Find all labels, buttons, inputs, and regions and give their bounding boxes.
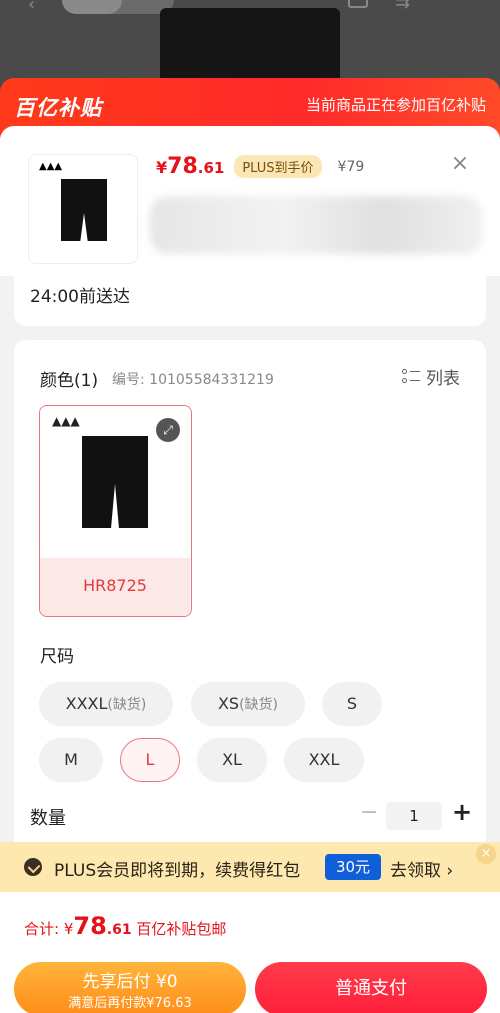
background-page: ‹ ⇉ — [0, 0, 500, 90]
size-section-title: 尺码 — [40, 647, 74, 667]
buy-now-pay-later-button[interactable]: 先享后付 ¥0 满意后再付款¥76.63 — [14, 962, 246, 1013]
original-price: ¥79 — [337, 158, 365, 175]
size-option-xs[interactable]: XS(缺货) — [191, 682, 305, 726]
plus-renewal-text: PLUS会员即将到期，续费得红包 — [54, 861, 301, 881]
size-option-m[interactable]: M — [39, 738, 103, 782]
current-price: ¥78.61 — [156, 154, 225, 179]
bg-share-icon: ⇉ — [395, 0, 411, 13]
back-arrow-icon: ‹ — [28, 0, 36, 15]
color-section-title: 颜色(1) — [40, 371, 99, 391]
size-option-s[interactable]: S — [322, 682, 382, 726]
quantity-row: 数量 − 1 + — [14, 786, 486, 834]
coupon-badge: 30元 — [325, 854, 381, 880]
subsidy-logo: 百亿补贴 — [14, 96, 102, 120]
blurred-product-title — [150, 196, 482, 254]
color-option-label: HR8725 — [83, 576, 147, 595]
brand-logo-icon: ▲▲▲ — [52, 414, 80, 428]
color-option-hr8725[interactable]: ▲▲▲ ⤢ HR8725 — [39, 405, 192, 617]
subsidy-notice: 当前商品正在参加百亿补贴 — [305, 96, 486, 114]
list-view-toggle[interactable]: 列表 — [402, 364, 460, 389]
spec-selector-sheet: ▲▲▲ ¥78.61 PLUS到手价 ¥79 × 24:00前送达 颜色(1) … — [0, 126, 500, 1013]
close-icon[interactable]: × — [450, 153, 470, 175]
list-view-label: 列表 — [426, 369, 460, 389]
color-option-image: ▲▲▲ ⤢ — [40, 406, 190, 558]
size-option-xl[interactable]: XL — [197, 738, 267, 782]
delivery-text: 24:00前送达 — [30, 287, 130, 307]
claim-link[interactable]: 去领取 › — [390, 856, 453, 881]
size-option-l[interactable]: L — [120, 738, 180, 782]
product-header: ▲▲▲ ¥78.61 PLUS到手价 ¥79 × — [0, 126, 500, 276]
regular-pay-button[interactable]: 普通支付 — [255, 962, 487, 1013]
brand-logo-icon: ▲▲▲ — [39, 161, 63, 172]
quantity-decrease-button[interactable]: − — [360, 800, 378, 825]
size-option-xxxl[interactable]: XXXL(缺货) — [39, 682, 173, 726]
expand-icon[interactable]: ⤢ — [156, 418, 180, 442]
spec-card: 颜色(1) 编号: 10105584331219 列表 ▲▲▲ ⤢ HR8725… — [14, 340, 486, 860]
quantity-title: 数量 — [30, 808, 66, 829]
size-option-xxl[interactable]: XXL — [284, 738, 364, 782]
list-icon — [402, 368, 420, 385]
bg-cart-icon — [348, 0, 368, 8]
bg-tab-pill-active — [62, 0, 122, 14]
checkout-footer: 合计: ¥78.61 百亿补贴包邮 先享后付 ¥0 满意后再付款¥76.63 普… — [0, 892, 500, 1013]
shorts-image — [61, 179, 107, 241]
order-total: 合计: ¥78.61 百亿补贴包邮 — [24, 912, 227, 940]
product-code: 编号: 10105584331219 — [112, 372, 274, 388]
plus-renewal-bar[interactable]: PLUS会员即将到期，续费得红包 30元 去领取 › × — [0, 842, 500, 892]
delivery-info: 24:00前送达 — [14, 276, 486, 326]
shorts-image — [82, 436, 148, 528]
price-row: ¥78.61 PLUS到手价 ¥79 — [156, 154, 364, 179]
product-thumbnail[interactable]: ▲▲▲ — [28, 154, 138, 264]
bnpl-subtitle: 满意后再付款¥76.63 — [68, 996, 192, 1011]
bnpl-title: 先享后付 ¥0 — [82, 972, 178, 992]
quantity-increase-button[interactable]: + — [452, 798, 472, 826]
plus-price-badge: PLUS到手价 — [234, 155, 322, 178]
quantity-input[interactable]: 1 — [386, 802, 442, 830]
plus-member-icon — [24, 858, 42, 876]
close-icon[interactable]: × — [476, 844, 496, 864]
